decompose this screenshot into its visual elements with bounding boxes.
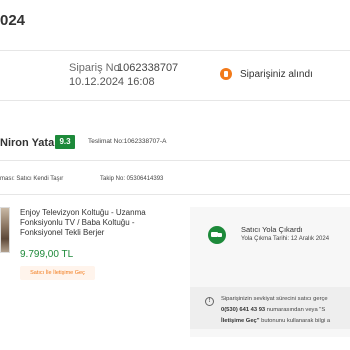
shipping-method: ması: Satıcı Kendi Taşır [0, 176, 64, 182]
notice-contact-link: İletişime Geç" [221, 318, 260, 324]
seller-score-badge: 9.3 [55, 135, 75, 149]
divider [0, 194, 350, 195]
order-number-value: 1062338707 [117, 62, 179, 74]
tracking-number: Takip No: 05306414393 [100, 176, 164, 182]
shipment-date: Yola Çıkma Tarihi: 12 Aralık 2024 [241, 236, 330, 242]
order-status-icon [220, 68, 232, 80]
notice-line-3: İletişime Geç" butonunu kullanarak bilgi… [221, 318, 330, 324]
notice-line-2: 0(530) 641 43 93 numarasından veya "S [221, 307, 325, 313]
product-price: 9.799,00 TL [20, 249, 74, 260]
order-date: 10.12.2024 16:08 [69, 76, 155, 88]
seller-name[interactable]: Niron Yatak [0, 137, 60, 149]
info-icon: ! [205, 297, 214, 306]
truck-icon [208, 226, 226, 244]
product-title[interactable]: Enjoy Televizyon Koltuğu - Uzanma Fonksi… [20, 208, 165, 238]
order-status-text: Siparişiniz alındı [240, 69, 313, 80]
contact-seller-button[interactable]: Satıcı İle İletişime Geç [20, 266, 95, 280]
seller-phone[interactable]: 0(530) 641 43 93 [221, 307, 265, 313]
order-number-label: Sipariş No [69, 62, 120, 74]
delivery-number: Teslimat No:1062338707-A [88, 138, 167, 145]
shipment-status-title: Satıcı Yola Çıkardı [241, 225, 303, 234]
page-title: 024 [0, 12, 26, 29]
notice-line-3-text: butonunu kullanarak bilgi a [259, 318, 331, 324]
notice-line-1: Siparişinizin sevkiyat sürecini satıcı g… [221, 296, 328, 302]
divider [0, 160, 350, 161]
divider [0, 100, 350, 101]
product-image[interactable] [0, 207, 10, 253]
notice-line-2-text: numarasından veya "S [265, 307, 326, 313]
